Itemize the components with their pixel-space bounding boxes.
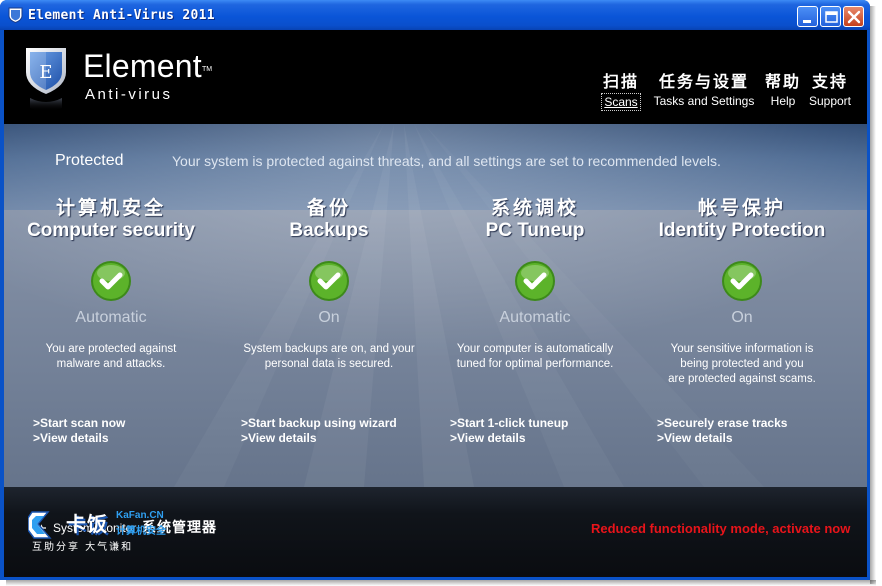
app-shield-icon: [8, 7, 23, 23]
activate-now-link[interactable]: Reduced functionality mode, activate now: [591, 521, 867, 536]
section-mode: Automatic: [499, 309, 571, 326]
status-description: Your system is protected against threats…: [172, 153, 721, 169]
trademark-mark: TM: [202, 66, 213, 73]
window-shadow-right: [870, 6, 876, 584]
brand-name: Element: [83, 48, 202, 84]
section-title-cn: 帐号保护: [697, 197, 786, 219]
product-name: Anti-virus: [85, 86, 173, 103]
section-title: PC Tuneup: [485, 220, 585, 241]
nav-support[interactable]: 支持 Support: [806, 72, 854, 109]
nav-scans[interactable]: 扫描 Scans: [601, 72, 641, 111]
element-shield-logo-icon: E: [26, 48, 66, 111]
watermark-logo-text: 卡饭: [66, 512, 108, 536]
pc-tuneup-links: >Start 1-click tuneup >View details: [450, 416, 650, 446]
app-header: E Element TM Anti-virus 扫描 Scans 任务与设置 T…: [4, 30, 867, 124]
check-icon: [309, 261, 349, 301]
section-title: Identity Protection: [658, 220, 826, 241]
pc-tuneup-card[interactable]: 系统调校 PC Tuneup Automatic Your computer i…: [430, 196, 640, 372]
section-title-cn: 备份: [306, 197, 351, 219]
section-mode: On: [731, 309, 753, 326]
nav-help-label: Help: [770, 94, 796, 108]
start-scan-link[interactable]: >Start scan now: [33, 416, 233, 431]
nav-tasks-cn: 任务与设置: [658, 72, 749, 91]
nav-help-cn: 帮助: [764, 72, 801, 91]
watermark-site-cn: 计算机安全: [116, 526, 166, 537]
client-area: E Element TM Anti-virus 扫描 Scans 任务与设置 T…: [4, 30, 867, 577]
backups-card[interactable]: 备份 Backups On System backups are on, and…: [224, 196, 434, 372]
close-icon: [847, 10, 861, 24]
nav-scans-label: Scans: [601, 93, 641, 111]
section-description: System backups are on, and your personal…: [243, 343, 415, 370]
title-bar[interactable]: Element Anti-Virus 2011: [0, 0, 870, 30]
nav-support-label: Support: [808, 94, 852, 108]
nav-tasks-label: Tasks and Settings: [653, 94, 755, 108]
section-title-cn: 计算机安全: [55, 197, 166, 219]
section-description: You are protected against malware and at…: [45, 343, 177, 370]
watermark-site: KaFan.CN: [116, 510, 164, 521]
section-title-cn: 系统调校: [490, 197, 579, 219]
watermark-slogan: 互助分享 大气谦和: [32, 542, 134, 553]
minimize-icon: [803, 20, 811, 23]
nav-support-cn: 支持: [811, 72, 848, 91]
view-details-link[interactable]: >View details: [33, 431, 233, 446]
section-description: Your computer is automatically tuned for…: [456, 343, 614, 370]
nav-help[interactable]: 帮助 Help: [763, 72, 803, 109]
section-description: Your sensitive information is being prot…: [668, 343, 816, 385]
nav-tasks-settings[interactable]: 任务与设置 Tasks and Settings: [650, 72, 758, 109]
close-button[interactable]: [843, 6, 864, 27]
check-icon: [91, 261, 131, 301]
start-backup-link[interactable]: >Start backup using wizard: [241, 416, 441, 431]
check-icon: [722, 261, 762, 301]
window-shadow-bottom: [6, 580, 876, 586]
dashboard-panel: Protected Your system is protected again…: [4, 124, 867, 487]
identity-protection-links: >Securely erase tracks >View details: [657, 416, 857, 446]
section-mode: On: [318, 309, 340, 326]
view-details-link[interactable]: >View details: [450, 431, 650, 446]
maximize-icon: [825, 11, 838, 23]
backups-links: >Start backup using wizard >View details: [241, 416, 441, 446]
section-mode: Automatic: [75, 309, 147, 326]
protection-status: Protected: [55, 152, 124, 169]
section-title: Computer security: [27, 220, 195, 241]
shield-letter: E: [39, 62, 52, 83]
start-tuneup-link[interactable]: >Start 1-click tuneup: [450, 416, 650, 431]
view-details-link[interactable]: >View details: [241, 431, 441, 446]
view-details-link[interactable]: >View details: [657, 431, 857, 446]
app-window: Element Anti-Virus 2011 E Element TM Ant…: [0, 0, 870, 580]
erase-tracks-link[interactable]: >Securely erase tracks: [657, 416, 857, 431]
maximize-button[interactable]: [820, 6, 841, 27]
window-title: Element Anti-Virus 2011: [28, 8, 215, 23]
check-icon: [515, 261, 555, 301]
nav-scans-cn: 扫描: [602, 72, 639, 91]
computer-security-links: >Start scan now >View details: [33, 416, 233, 446]
computer-security-card[interactable]: 计算机安全 Computer security Automatic You ar…: [6, 196, 216, 372]
minimize-button[interactable]: [797, 6, 818, 27]
section-title: Backups: [289, 220, 369, 241]
identity-protection-card[interactable]: 帐号保护 Identity Protection On Your sensiti…: [637, 196, 847, 387]
